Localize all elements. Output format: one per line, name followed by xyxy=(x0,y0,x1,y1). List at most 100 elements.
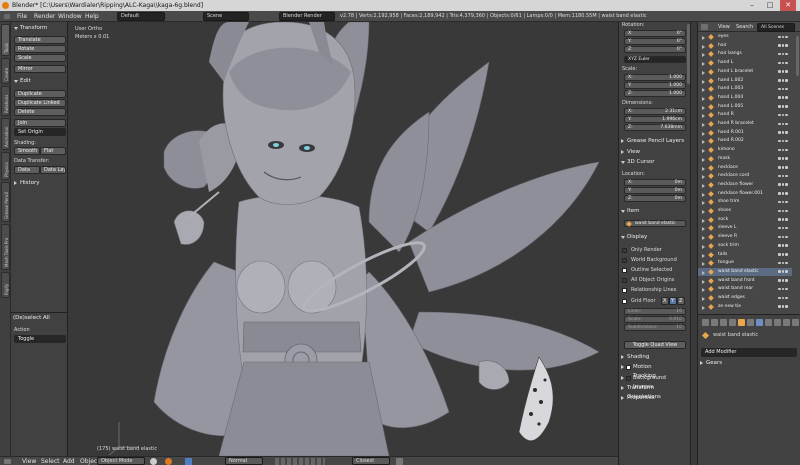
expand-triangle-icon[interactable] xyxy=(702,244,705,249)
visibility-toggles[interactable] xyxy=(778,295,788,301)
outliner-item[interactable]: hand L.003 xyxy=(698,85,792,93)
editor-type-icon[interactable] xyxy=(701,24,708,30)
visibility-toggles[interactable] xyxy=(778,278,788,284)
expand-triangle-icon[interactable] xyxy=(702,70,705,75)
outliner-item[interactable]: sleeve R xyxy=(698,233,792,241)
properties-tab-render-icon[interactable] xyxy=(702,319,709,326)
tab-physics[interactable]: Physics xyxy=(1,152,10,180)
outliner-item[interactable]: hair xyxy=(698,42,792,50)
outliner-item[interactable]: hand R xyxy=(698,111,792,119)
tab-grease-pencil[interactable]: Grease Pencil xyxy=(1,182,10,222)
visibility-toggles[interactable] xyxy=(778,34,788,40)
scale-button[interactable]: Scale xyxy=(14,54,66,62)
view-panel-header[interactable]: View xyxy=(620,148,674,157)
tab-relations[interactable]: Relations xyxy=(1,86,10,116)
expand-triangle-icon[interactable] xyxy=(702,262,705,267)
expand-triangle-icon[interactable] xyxy=(702,131,705,136)
delete-button[interactable]: Delete xyxy=(14,108,66,116)
properties-tab-data-icon[interactable] xyxy=(765,319,772,326)
edit-panel-header[interactable]: Edit xyxy=(13,77,67,86)
expand-triangle-icon[interactable] xyxy=(702,88,705,93)
outliner-item[interactable]: kimono xyxy=(698,146,792,154)
rotation-y-field[interactable]: Y: 0° xyxy=(624,38,686,45)
tab-tools[interactable]: Tools xyxy=(1,24,10,56)
menu-add[interactable]: Add xyxy=(63,457,75,465)
grease-pencil-panel-header[interactable]: Grease Pencil Layers xyxy=(620,137,690,146)
expand-triangle-icon[interactable] xyxy=(702,149,705,154)
duplicate-linked-button[interactable]: Duplicate Linked xyxy=(14,99,66,107)
expand-triangle-icon[interactable] xyxy=(702,175,705,180)
grid-floor-checkbox[interactable] xyxy=(622,299,627,304)
grid-subdivisions-field[interactable]: Subdivisions: 10 xyxy=(624,324,686,331)
outliner-item[interactable]: shoe trim xyxy=(698,198,792,206)
outliner-item[interactable]: hand R.001 xyxy=(698,129,792,137)
outliner-item[interactable]: hand R bracelet xyxy=(698,120,792,128)
expand-triangle-icon[interactable] xyxy=(702,253,705,258)
close-button[interactable]: ✕ xyxy=(780,0,796,11)
grid-axis-y-toggle[interactable]: Y xyxy=(669,297,677,305)
rotate-button[interactable]: Rotate xyxy=(14,45,66,53)
scale-x-field[interactable]: X: 1.000 xyxy=(624,74,686,81)
grid-scale-field[interactable]: Scale: 0.010 xyxy=(624,316,686,323)
visibility-toggles[interactable] xyxy=(778,156,788,162)
expand-triangle-icon[interactable] xyxy=(702,270,705,275)
maximize-button[interactable]: □ xyxy=(762,0,778,11)
expand-triangle-icon[interactable] xyxy=(702,192,705,197)
motion-tracking-panel-header[interactable]: Motion Tracking xyxy=(620,363,674,379)
visibility-toggles[interactable] xyxy=(778,173,788,179)
panel-divider[interactable] xyxy=(690,22,697,465)
visibility-toggles[interactable] xyxy=(778,243,788,249)
expand-triangle-icon[interactable] xyxy=(702,53,705,58)
expand-triangle-icon[interactable] xyxy=(702,79,705,84)
visibility-toggles[interactable] xyxy=(778,130,788,136)
data-button[interactable]: Data xyxy=(14,166,40,174)
outliner-item[interactable]: hand L bracelet xyxy=(698,68,792,76)
expand-triangle-icon[interactable] xyxy=(702,288,705,293)
editor-type-icon[interactable] xyxy=(4,14,10,19)
outliner-item[interactable]: necklace flower xyxy=(698,181,792,189)
item-panel-header[interactable]: Item xyxy=(620,207,674,216)
display-checkbox[interactable] xyxy=(622,248,627,253)
properties-tab-world-icon[interactable] xyxy=(729,319,736,326)
outliner-item[interactable]: hand R.002 xyxy=(698,137,792,145)
expand-triangle-icon[interactable] xyxy=(702,227,705,232)
visibility-toggles[interactable] xyxy=(778,286,788,292)
outliner-item[interactable]: necklace flower.001 xyxy=(698,190,792,198)
item-name-field[interactable]: waist band elastic xyxy=(624,220,686,227)
expand-triangle-icon[interactable] xyxy=(702,62,705,67)
tab-animation[interactable]: Animation xyxy=(1,118,10,150)
outliner-item[interactable]: necklace cord xyxy=(698,172,792,180)
transform-orientations-panel-header[interactable]: Transform Orientations xyxy=(620,384,690,400)
mirror-button[interactable]: Mirror xyxy=(14,65,66,73)
scene-dropdown[interactable]: Scene xyxy=(203,12,249,21)
pivot-icon[interactable] xyxy=(165,458,172,465)
cursor-x-field[interactable]: X: 0m xyxy=(624,179,686,186)
outliner-item[interactable]: necklace xyxy=(698,164,792,172)
visibility-toggles[interactable] xyxy=(778,121,788,127)
display-checkbox[interactable] xyxy=(622,288,627,293)
join-button[interactable]: Join xyxy=(14,119,66,127)
rotation-x-field[interactable]: X: 0° xyxy=(624,30,686,37)
outliner-item[interactable]: sleeve L xyxy=(698,224,792,232)
expand-triangle-icon[interactable] xyxy=(702,140,705,145)
outliner-item[interactable]: mask xyxy=(698,155,792,163)
expand-triangle-icon[interactable] xyxy=(702,166,705,171)
set-origin-dropdown[interactable]: Set Origin xyxy=(14,128,66,136)
outliner-scrollbar[interactable] xyxy=(796,36,799,76)
visibility-toggles[interactable] xyxy=(778,191,788,197)
tab-rigify[interactable]: Rigify xyxy=(1,272,10,298)
display-panel-header[interactable]: Display xyxy=(620,233,674,242)
visibility-toggles[interactable] xyxy=(778,138,788,144)
data-layout-button[interactable]: Data Layo xyxy=(40,166,66,174)
minimize-button[interactable]: – xyxy=(744,0,760,11)
translate-button[interactable]: Translate xyxy=(14,36,66,44)
outliner-menu-search[interactable]: Search xyxy=(736,22,753,32)
display-checkbox[interactable] xyxy=(622,278,627,283)
outliner-item[interactable]: tongue xyxy=(698,259,792,267)
mode-dropdown[interactable]: Object Mode xyxy=(97,457,145,465)
rotation-z-field[interactable]: Z: 0° xyxy=(624,46,686,53)
outliner-item[interactable]: shoes xyxy=(698,207,792,215)
outliner-item[interactable]: waist band front xyxy=(698,277,792,285)
outliner-item[interactable]: ze new tie xyxy=(698,303,792,311)
outliner-display-mode-dropdown[interactable]: All Scenes xyxy=(757,23,795,32)
